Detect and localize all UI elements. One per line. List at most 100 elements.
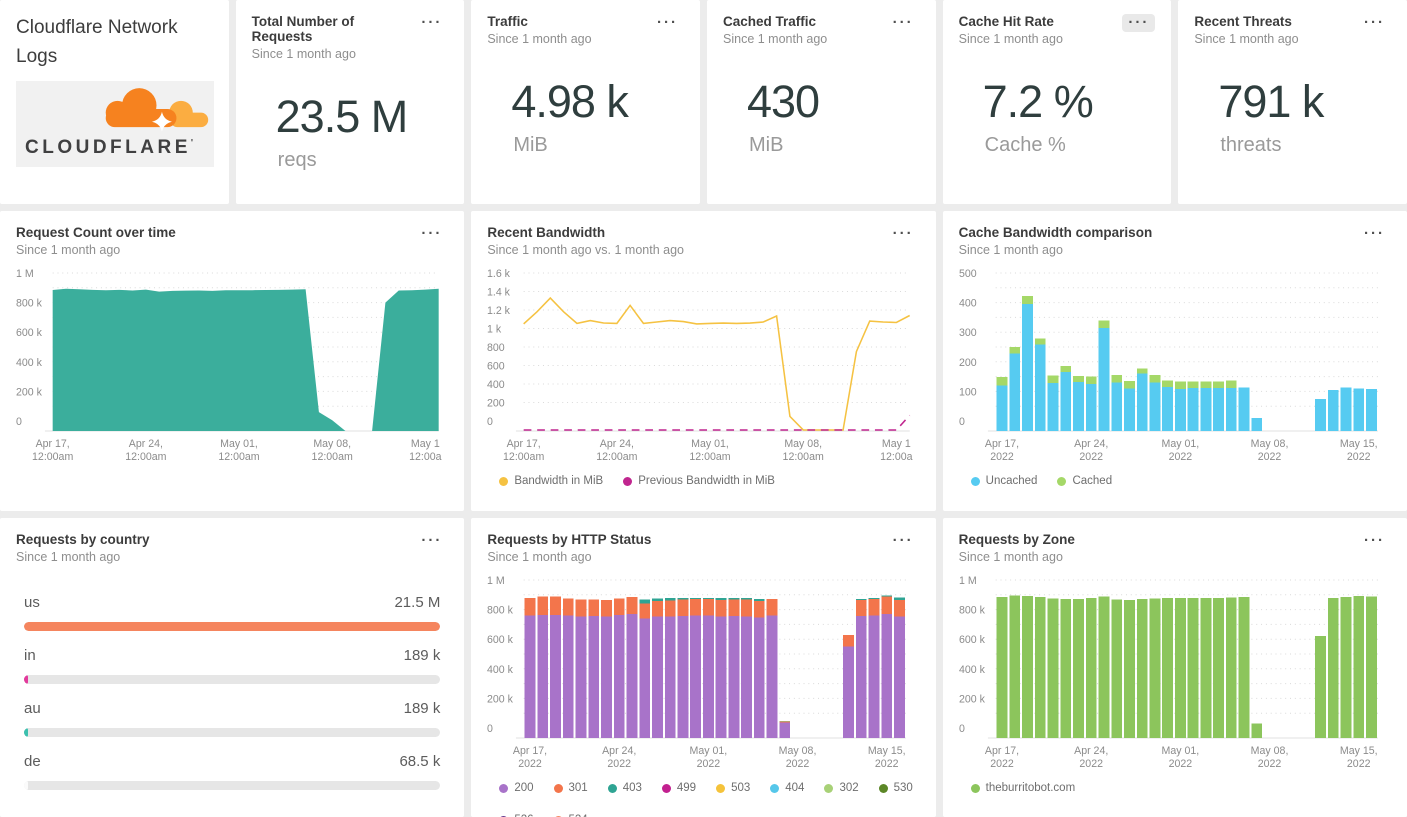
x-tick-label: May 08, [1250, 438, 1288, 450]
bar-segment [1085, 597, 1097, 738]
legend-item[interactable]: Previous Bandwidth in MiB [623, 475, 775, 487]
legend-item[interactable]: Uncached [970, 475, 1038, 487]
legend-item[interactable]: Bandwidth in MiB [499, 475, 603, 487]
bar-segment [1047, 375, 1059, 384]
panel-title: Requests by HTTP Status [487, 532, 652, 547]
overflow-menu-button[interactable]: ··· [1358, 14, 1391, 32]
stat-value: 7.2 % [982, 76, 1094, 127]
bar-segment [639, 603, 651, 619]
bar-segment [1187, 387, 1199, 431]
zone-bar-chart[interactable]: 1 M800 k600 k400 k200 k0Apr 17,2022Apr 2… [959, 570, 1391, 770]
bar-segment [1200, 381, 1211, 388]
country-value: 21.5 M [394, 594, 441, 611]
bar-segment [716, 598, 727, 600]
x-tick-label: Apr 24, [129, 438, 163, 450]
legend-item[interactable]: theburritobot.com [970, 782, 1075, 794]
x-tick-label: May 01, [220, 438, 258, 450]
x-tick-label: May 15, [1340, 438, 1378, 450]
y-tick-label: 0 [487, 723, 493, 735]
overflow-menu-button[interactable]: ··· [415, 532, 448, 550]
bar-segment [716, 616, 727, 738]
bar-segment [1225, 597, 1237, 738]
bar-segment [1161, 387, 1173, 431]
y-tick-label: 1.4 k [487, 286, 511, 298]
bar-segment [881, 595, 893, 597]
x-tick-label: May 08, [785, 438, 823, 450]
panel-cache-hit-rate: Cache Hit Rate Since 1 month ago ··· 7.2… [942, 0, 1172, 204]
cache-bandwidth-bar-chart[interactable]: 5004003002001000Apr 17,2022Apr 24,2022Ma… [959, 263, 1391, 463]
bar-segment [779, 721, 791, 723]
bar-segment [665, 600, 676, 617]
bar-segment [881, 613, 893, 738]
legend-item[interactable]: 301 [553, 782, 588, 794]
bar-segment [1174, 598, 1186, 738]
legend-item[interactable]: 530 [878, 782, 913, 794]
http-status-bar-chart[interactable]: 1 M800 k600 k400 k200 k0Apr 17,2022Apr 2… [487, 570, 919, 770]
x-tick-label: 2022 [608, 758, 632, 770]
panel-title: Requests by country [16, 532, 150, 547]
bar-segment [1085, 376, 1097, 384]
bar-segment [1098, 596, 1110, 738]
legend-item[interactable]: 404 [770, 782, 804, 794]
bar-segment [1149, 375, 1160, 383]
bar-segment [652, 616, 664, 738]
legend-item[interactable]: 200 [499, 782, 534, 794]
legend-item[interactable]: Cached [1057, 475, 1112, 487]
legend-item[interactable]: 403 [607, 782, 642, 794]
y-tick-label: 800 [487, 342, 505, 354]
legend-item[interactable]: 302 [824, 782, 859, 794]
country-bar-track [24, 728, 441, 737]
x-tick-label: May 01, [1161, 438, 1199, 450]
y-tick-label: 200 [959, 357, 977, 369]
panel-header: Cloudflare Network Logs CLOUDFLARE' [0, 0, 229, 204]
bar-segment [1034, 597, 1046, 738]
overflow-menu-button[interactable]: ··· [651, 14, 684, 32]
legend-dot-icon [607, 783, 617, 793]
legend-label: 403 [622, 782, 642, 794]
legend-item[interactable]: 503 [716, 782, 750, 794]
bar-segment [856, 615, 867, 738]
panel-title: Traffic [487, 14, 528, 29]
overflow-menu-button[interactable]: ··· [887, 225, 920, 243]
bar-segment [1365, 596, 1377, 738]
overflow-menu-button[interactable]: ··· [1358, 225, 1391, 243]
overflow-menu-button[interactable]: ··· [415, 225, 448, 243]
overflow-menu-button[interactable]: ··· [415, 14, 448, 32]
bar-segment [843, 634, 855, 647]
stat-value: 4.98 k [511, 76, 629, 127]
x-tick-label: 2022 [1257, 758, 1281, 770]
bar-segment [639, 599, 651, 604]
overflow-menu-button[interactable]: ··· [887, 14, 920, 32]
y-tick-label: 400 k [487, 664, 514, 676]
bar-segment [996, 385, 1008, 431]
bar-segment [1238, 387, 1250, 431]
legend-label: 200 [514, 782, 534, 794]
x-tick-label: 2022 [990, 451, 1014, 463]
legend-label: Uncached [985, 475, 1038, 487]
x-tick-label: Apr 17, [513, 745, 547, 757]
bar-segment [563, 598, 574, 616]
bandwidth-line-chart[interactable]: 1.6 k1.4 k1.2 k1 k8006004002000Apr 17,12… [487, 263, 919, 463]
panel-subtitle: Since 1 month ago [16, 550, 121, 564]
bar-segment [754, 617, 766, 738]
x-tick-label: Apr 24, [1074, 438, 1108, 450]
panel-requests-by-zone: Requests by Zone Since 1 month ago ··· 1… [942, 518, 1407, 817]
bar-segment [639, 618, 651, 738]
legend-dot-icon [970, 476, 980, 486]
bar-segment [754, 598, 766, 601]
cloudflare-logo: CLOUDFLARE' [16, 81, 214, 167]
overflow-menu-button[interactable]: ··· [1122, 14, 1156, 32]
legend-label: 301 [568, 782, 588, 794]
bar-segment [550, 596, 562, 615]
bar-segment [1327, 389, 1339, 431]
overflow-menu-button[interactable]: ··· [1358, 532, 1391, 550]
bar-segment [1225, 387, 1237, 431]
x-tick-label: 12:00am [125, 451, 166, 463]
bar-segment [1034, 338, 1046, 345]
panel-title: Cache Hit Rate [958, 14, 1054, 29]
country-row: us 21.5 M [16, 578, 448, 631]
bar-segment [741, 599, 753, 617]
legend-item[interactable]: 499 [661, 782, 696, 794]
request-count-area-chart[interactable]: 1 M800 k600 k400 k200 k0Apr 17,12:00amAp… [16, 263, 448, 463]
overflow-menu-button[interactable]: ··· [887, 532, 920, 550]
